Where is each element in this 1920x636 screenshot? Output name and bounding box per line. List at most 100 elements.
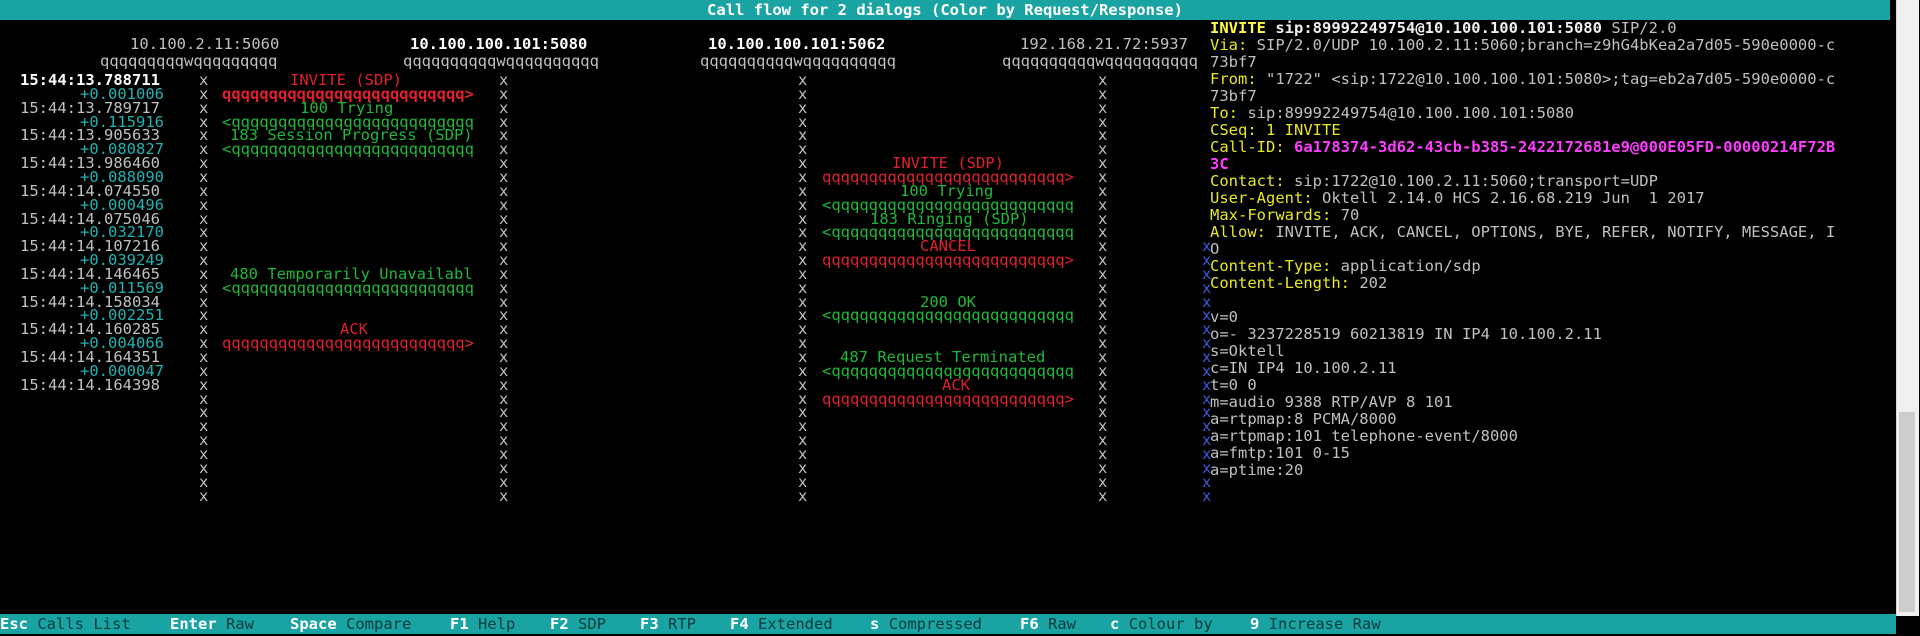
shortcut-key: Enter [170,615,217,633]
sip-header-line: Content-Length: 202 [1210,275,1387,292]
sdp-line: o=- 3237228519 60213819 IN IP4 10.100.2.… [1210,325,1602,343]
sdp-line: a=rtpmap:101 telephone-event/8000 [1210,427,1518,445]
shortcut-key: Esc [0,615,28,633]
host-address: 10.100.100.101:5080 [410,35,588,53]
sip-header-line: Allow: INVITE, ACK, CANCEL, OPTIONS, BYE… [1210,224,1835,241]
host-lane: qqqqqqqqqqwqqqqqqqqqq [700,52,896,70]
sip-header-value: 70 [1340,206,1360,224]
footer-shortcut[interactable]: Esc Calls List [0,616,131,633]
timestamp[interactable]: 15:44:14.164398 [20,376,160,394]
message-arrow[interactable]: qqqqqqqqqqqqqqqqqqqqqqqqqq> [822,252,1074,269]
footer-shortcut[interactable]: F1 Help [450,616,515,633]
shortcut-label: SDP [578,615,607,633]
host-lane: qqqqqqqqqqwqqqqqqqqqq [1002,52,1198,70]
scrollbar-thumb[interactable] [1899,412,1915,612]
sip-header-line: CSeq: 1 INVITE [1210,122,1341,139]
sdp-line: v=0 [1210,308,1238,326]
footer-shortcut[interactable]: Enter Raw [170,616,254,633]
host-address: 10.100.100.101:5062 [708,35,886,53]
sip-header-line: 3C [1210,156,1229,173]
host-address: 192.168.21.72:5937 [1020,35,1188,53]
shortcut-label: Calls List [37,615,131,633]
footer-shortcut[interactable]: 9 Increase Raw [1250,616,1381,633]
sip-header-value: sip:89992249754@10.100.100.101:5080 [1247,104,1574,122]
sip-header-value: 202 [1359,274,1388,292]
sdp-line: a=fmtp:101 0-15 [1210,444,1350,462]
sdp-line: m=audio 9388 RTP/AVP 8 101 [1210,393,1453,411]
host-lane: qqqqqqqqqwqqqqqqqqq [100,52,278,70]
message-arrow[interactable]: qqqqqqqqqqqqqqqqqqqqqqqqqq> [222,335,474,352]
sip-header-name: Content-Length: [1210,274,1350,292]
shortcut-label: RTP [668,615,697,633]
footer-bar: Esc Calls List Enter Raw Space Compare F1 H… [0,614,1896,634]
shortcut-key: s [870,615,880,633]
sip-header-value: 73bf7 [1210,53,1257,71]
sip-header-value: 1 INVITE [1266,121,1341,139]
shortcut-label: Compressed [888,615,983,633]
footer-shortcut[interactable]: c Colour by [1110,616,1213,633]
message-arrow[interactable]: <qqqqqqqqqqqqqqqqqqqqqqqqqq [822,307,1074,324]
sip-header-name: Allow: [1210,223,1266,241]
sip-header-value: 6a178374-3d62-43cb-b385-2422172681e9@000… [1294,138,1836,156]
shortcut-key: F6 [1020,615,1039,633]
lifeline-marker: x [1098,486,1108,505]
footer-shortcut[interactable]: F3 RTP [640,616,696,633]
sip-header-value: Oktell 2.14.0 HCS 2.16.68.219 Jun 1 2017 [1322,189,1705,207]
title-bar: Call flow for 2 dialogs (Color by Reques… [0,0,1890,20]
shortcut-label: Extended [758,615,833,633]
sdp-line: s=Oktell [1210,342,1285,360]
shortcut-label: Increase Raw [1268,615,1381,633]
sip-header-value: "1722" <sip:1722@10.100.100.101:5080>;ta… [1266,70,1836,88]
sip-request-line: INVITE sip:89992249754@10.100.100.101:50… [1210,20,1677,37]
panel-divider-marker: x [1202,486,1212,505]
sdp-line: t=0 0 [1210,376,1257,394]
sdp-line: c=IN IP4 10.100.2.11 [1210,359,1397,377]
sip-header-value: application/sdp [1340,257,1481,275]
sip-header-line: User-Agent: Oktell 2.14.0 HCS 2.16.68.21… [1210,190,1705,207]
sip-header-line: Via: SIP/2.0/UDP 10.100.2.11:5060;branch… [1210,37,1835,54]
sip-header-value: O [1210,240,1220,258]
window-title: Call flow for 2 dialogs (Color by Reques… [707,1,1183,19]
sip-header-line: From: "1722" <sip:1722@10.100.100.101:50… [1210,71,1835,88]
shortcut-label: Raw [1048,615,1077,633]
lifeline-marker: x [499,486,509,505]
footer-shortcut[interactable]: F4 Extended [730,616,833,633]
sip-header-name: Via: [1210,36,1248,54]
shortcut-label: Compare [346,615,412,633]
sip-header-name: From: [1210,70,1257,88]
shortcut-key: F3 [640,615,659,633]
shortcut-key: c [1110,615,1120,633]
shortcut-key: F4 [730,615,749,633]
sip-header-value: SIP/2.0/UDP 10.100.2.11:5060;branch=z9hG… [1256,36,1836,54]
shortcut-key: 9 [1250,615,1260,633]
sip-header-value: 73bf7 [1210,87,1257,105]
sip-header-name: CSeq: [1210,121,1257,139]
sip-header-line: Content-Type: application/sdp [1210,258,1481,275]
sip-method: INVITE [1210,19,1266,37]
host-lane: qqqqqqqqqqwqqqqqqqqqq [403,52,599,70]
sip-header-value: sip:1722@10.100.2.11:5060;transport=UDP [1294,172,1658,190]
sip-header-name: Content-Type: [1210,257,1332,275]
sip-header-line: 73bf7 [1210,88,1257,105]
host-address: 10.100.2.11:5060 [130,35,280,53]
footer-shortcut[interactable]: F6 Raw [1020,616,1076,633]
sip-header-name: User-Agent: [1210,189,1313,207]
sip-header-name: Call-ID: [1210,138,1285,156]
footer-shortcut[interactable]: s Compressed [870,616,982,633]
sip-header-line: Max-Forwards: 70 [1210,207,1359,224]
lifeline-marker: x [798,486,808,505]
sip-header-line: To: sip:89992249754@10.100.100.101:5080 [1210,105,1574,122]
message-arrow[interactable]: <qqqqqqqqqqqqqqqqqqqqqqqqqq [222,141,474,158]
sip-version: SIP/2.0 [1611,19,1677,37]
sip-header-name: Contact: [1210,172,1285,190]
sip-request-uri: sip:89992249754@10.100.100.101:5080 [1275,19,1602,37]
sip-header-line: O [1210,241,1219,258]
shortcut-key: F1 [450,615,469,633]
message-arrow[interactable]: qqqqqqqqqqqqqqqqqqqqqqqqqq> [822,390,1074,408]
footer-shortcut[interactable]: F2 SDP [550,616,606,633]
sip-header-name: Max-Forwards: [1210,206,1332,224]
message-arrow[interactable]: <qqqqqqqqqqqqqqqqqqqqqqqqqq [222,279,474,297]
shortcut-label: Help [478,615,516,633]
footer-shortcut[interactable]: Space Compare [290,616,411,633]
sip-header-value: 3C [1210,155,1229,173]
